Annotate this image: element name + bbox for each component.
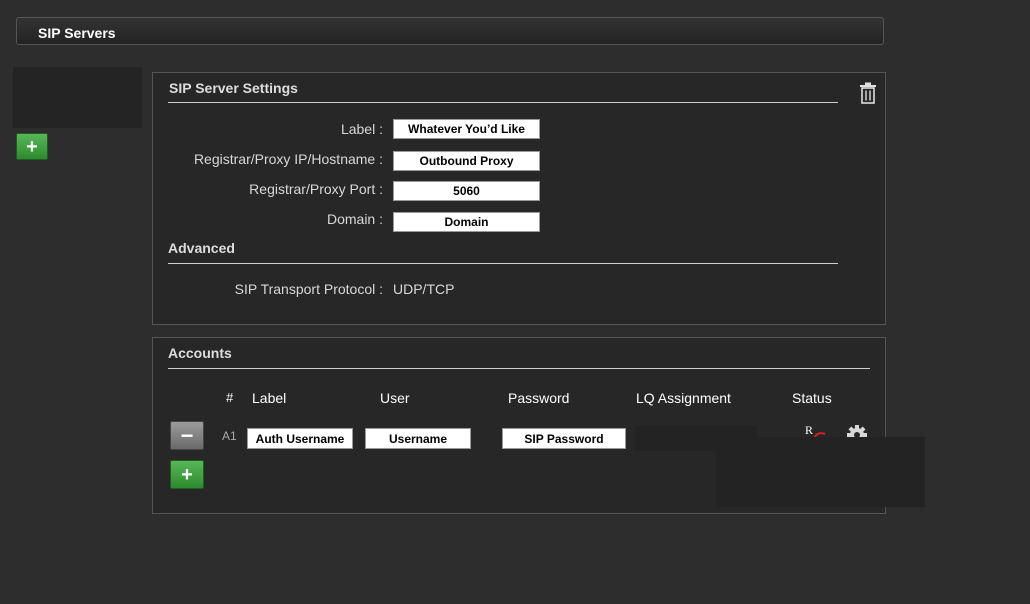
account-id: A1 xyxy=(222,429,237,443)
label-input[interactable]: Whatever You’d Like xyxy=(393,119,540,139)
column-header-lq-assignment: LQ Assignment xyxy=(636,390,731,406)
accounts-divider xyxy=(168,368,870,369)
server-list-slot[interactable] xyxy=(13,67,142,128)
account-password-input[interactable]: SIP Password xyxy=(502,428,626,449)
status-tooltip xyxy=(716,437,925,507)
column-header-label: Label xyxy=(252,390,287,406)
account-user-input[interactable]: Username xyxy=(365,428,471,449)
transport-label: SIP Transport Protocol : xyxy=(234,281,383,297)
label-field-label: Label : xyxy=(340,121,383,137)
column-header-password: Password xyxy=(508,390,570,406)
hostname-input[interactable]: Outbound Proxy xyxy=(393,151,540,171)
accounts-title: Accounts xyxy=(168,345,232,361)
port-input[interactable]: 5060 xyxy=(393,181,540,201)
column-header-status: Status xyxy=(792,390,832,406)
advanced-title: Advanced xyxy=(168,240,235,256)
settings-title: SIP Server Settings xyxy=(169,80,298,96)
add-account-button[interactable]: + xyxy=(170,460,204,489)
add-server-button[interactable]: + xyxy=(16,133,48,160)
transport-value[interactable]: UDP/TCP xyxy=(393,281,454,297)
page-title: SIP Servers xyxy=(38,25,116,41)
remove-account-button[interactable]: − xyxy=(170,421,204,450)
port-field-label: Registrar/Proxy Port : xyxy=(249,181,383,197)
trash-icon[interactable] xyxy=(859,82,877,104)
page-header: SIP Servers xyxy=(16,17,884,45)
domain-input[interactable]: Domain xyxy=(393,212,540,232)
column-header-number: # xyxy=(226,390,234,405)
hostname-field-label: Registrar/Proxy IP/Hostname : xyxy=(193,151,383,167)
domain-field-label: Domain : xyxy=(326,211,383,227)
account-label-input[interactable]: Auth Username xyxy=(247,428,353,449)
settings-divider xyxy=(168,102,838,103)
column-header-user: User xyxy=(380,390,410,406)
advanced-divider xyxy=(168,263,838,264)
